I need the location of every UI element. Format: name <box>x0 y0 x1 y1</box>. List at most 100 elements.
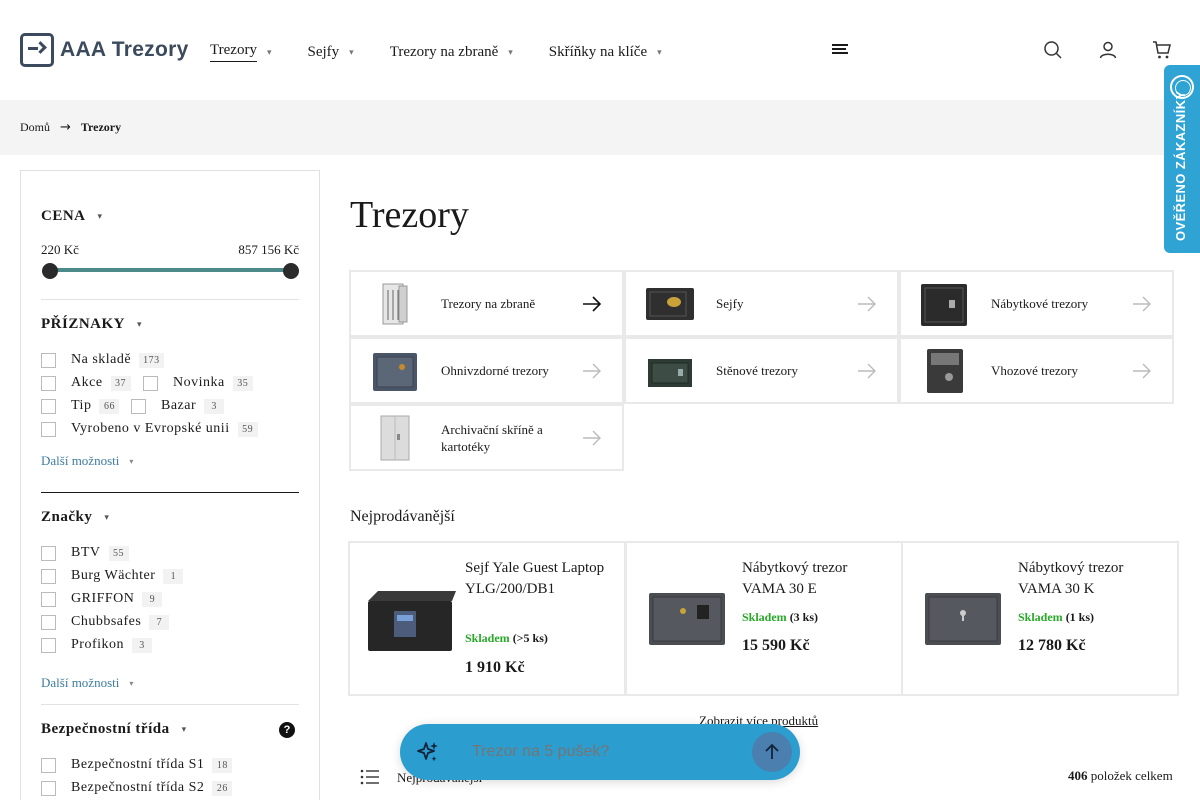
product-image <box>368 591 456 651</box>
stock-quantity: (>5 ks) <box>512 631 548 645</box>
product-card[interactable]: Nábytkový trezor VAMA 30 E Skladem (3 ks… <box>625 541 903 696</box>
option-label: Vyrobeno v Evropské unii <box>71 421 230 436</box>
gun-safe-thumbnail <box>382 283 408 325</box>
product-card[interactable]: Sejf Yale Guest Laptop YLG/200/DB1 Sklad… <box>348 541 626 696</box>
total-count: 406 <box>1068 768 1088 783</box>
filter-flags-toggle[interactable]: PŘÍZNAKY ▾ <box>41 316 142 333</box>
nav-item-skrinky-na-klice[interactable]: Skříňky na klíče ▾ <box>549 40 662 64</box>
search-icon[interactable] <box>1043 40 1063 60</box>
option-count: 66 <box>99 398 120 414</box>
price-range-track[interactable] <box>49 268 291 272</box>
filter-option-profikon[interactable]: Profikon 3 <box>41 637 152 653</box>
category-label: Stěnové trezory <box>716 363 798 378</box>
price-max-handle[interactable] <box>283 263 299 279</box>
option-label: Chubbsafes <box>71 614 142 629</box>
checkbox[interactable] <box>41 352 56 368</box>
nav-item-trezory[interactable]: Trezory ▾ <box>210 40 271 64</box>
arrow-right-icon <box>583 363 601 379</box>
option-count: 18 <box>212 757 233 773</box>
checkbox[interactable] <box>41 545 56 561</box>
flags-more-options[interactable]: Další možnosti ▾ <box>41 453 133 469</box>
category-tile-trezory-na-zbrane[interactable]: Trezory na zbraně <box>349 270 624 337</box>
option-label: BTV <box>71 545 101 560</box>
checkbox[interactable] <box>41 421 56 437</box>
filter-option-na-sklade[interactable]: Na skladě 173 <box>41 352 164 368</box>
checkbox[interactable] <box>41 568 56 584</box>
category-tile-stenove-trezory[interactable]: Stěnové trezory <box>624 337 899 404</box>
filter-option-btv[interactable]: BTV 55 <box>41 545 129 561</box>
menu-icon[interactable] <box>832 44 848 56</box>
filter-option-griffon[interactable]: GRIFFON 9 <box>41 591 163 607</box>
nav-label: Trezory <box>210 42 257 62</box>
product-price: 1 910 Kč <box>465 659 525 676</box>
price-min-handle[interactable] <box>42 263 58 279</box>
filing-cabinet-thumbnail <box>380 415 410 461</box>
user-icon[interactable] <box>1098 40 1118 60</box>
filter-option-security-s1[interactable]: Bezpečnostní třída S1 18 <box>41 757 233 773</box>
filter-security-toggle[interactable]: Bezpečnostní třída ▾ <box>41 721 187 738</box>
chevron-down-icon: ▾ <box>129 456 134 466</box>
chevron-icon: ▾ <box>104 512 110 522</box>
nav-item-sejfy[interactable]: Sejfy ▾ <box>307 40 353 64</box>
help-icon[interactable]: ? <box>279 722 295 738</box>
price-min: 220 Kč <box>41 242 79 257</box>
more-options-label: Další možnosti <box>41 675 120 690</box>
category-tile-nabytkove-trezory[interactable]: Nábytkové trezory <box>899 270 1174 337</box>
more-options-label: Další možnosti <box>41 453 120 468</box>
checkbox[interactable] <box>41 757 56 773</box>
product-name[interactable]: Nábytkový trezor VAMA 30 K <box>1018 558 1163 600</box>
product-name[interactable]: Nábytkový trezor VAMA 30 E <box>742 558 887 600</box>
divider <box>41 299 299 300</box>
checkbox[interactable] <box>143 375 158 391</box>
chevron-down-icon: ▾ <box>508 46 513 57</box>
filter-option-akce[interactable]: Akce 37 <box>41 375 131 391</box>
cart-icon[interactable] <box>1152 40 1172 60</box>
checkbox[interactable] <box>41 637 56 653</box>
verified-customers-badge[interactable]: OVĚŘENO ZÁKAZNÍKY <box>1164 65 1200 253</box>
filter-price-toggle[interactable]: CENA ▾ <box>41 208 103 225</box>
filter-option-vyrobeno-v-eu[interactable]: Vyrobeno v Evropské unii 59 <box>41 421 258 437</box>
product-name[interactable]: Sejf Yale Guest Laptop YLG/200/DB1 <box>465 558 610 600</box>
wall-safe-thumbnail <box>648 359 692 387</box>
checkbox[interactable] <box>41 375 56 391</box>
price-range-values: 220 Kč 857 156 Kč <box>41 242 299 258</box>
stock-status: Skladem <box>1018 610 1063 624</box>
arrow-up-icon <box>765 743 779 759</box>
filter-brands-toggle[interactable]: Značky ▾ <box>41 509 109 526</box>
filter-price-title: CENA <box>41 208 86 224</box>
checkbox[interactable] <box>41 614 56 630</box>
filter-option-tip[interactable]: Tip 66 <box>41 398 120 414</box>
checkbox[interactable] <box>131 398 146 414</box>
brands-more-options[interactable]: Další možnosti ▾ <box>41 675 133 691</box>
option-label: Profikon <box>71 637 124 652</box>
category-tile-vhozove-trezory[interactable]: Vhozové trezory <box>899 337 1174 404</box>
filter-option-chubbsafes[interactable]: Chubbsafes 7 <box>41 614 170 630</box>
site-header: AAA Trezory Trezory ▾ Sejfy ▾ Trezory na… <box>0 0 1200 100</box>
filter-option-novinka[interactable]: Novinka 35 <box>143 375 253 391</box>
option-label: Bezpečnostní třída S1 <box>71 757 205 772</box>
ai-search-input[interactable] <box>472 741 732 763</box>
site-logo[interactable]: AAA Trezory <box>20 33 189 67</box>
category-tile-ohnivzdorne-trezory[interactable]: Ohnivzdorné trezory <box>349 337 624 404</box>
checkbox[interactable] <box>41 591 56 607</box>
checkbox[interactable] <box>41 398 56 414</box>
breadcrumb-home-link[interactable]: Domů <box>20 120 50 135</box>
product-card[interactable]: Nábytkový trezor VAMA 30 K Skladem (1 ks… <box>901 541 1179 696</box>
category-tile-sejfy[interactable]: Sejfy <box>624 270 899 337</box>
option-label: Na skladě <box>71 352 132 367</box>
category-tile-archivacni-skrine[interactable]: Archivační skříně a kartotéky <box>349 404 624 471</box>
category-label: Vhozové trezory <box>991 363 1078 378</box>
filter-option-security-s2[interactable]: Bezpečnostní třída S2 26 <box>41 780 233 796</box>
list-icon[interactable] <box>360 769 380 785</box>
filter-option-bazar[interactable]: Bazar 3 <box>131 398 225 414</box>
option-count: 3 <box>132 637 152 653</box>
arrow-right-icon <box>1133 363 1151 379</box>
nav-item-trezory-na-zbrane[interactable]: Trezory na zbraně ▾ <box>390 40 513 64</box>
arrow-right-icon <box>858 363 876 379</box>
checkbox[interactable] <box>41 780 56 796</box>
option-count: 7 <box>149 614 170 630</box>
page-title: Trezory <box>350 194 469 236</box>
filter-option-burg-wachter[interactable]: Burg Wächter 1 <box>41 568 184 584</box>
fireproof-safe-thumbnail <box>373 353 417 391</box>
ai-search-submit-button[interactable] <box>752 732 792 772</box>
